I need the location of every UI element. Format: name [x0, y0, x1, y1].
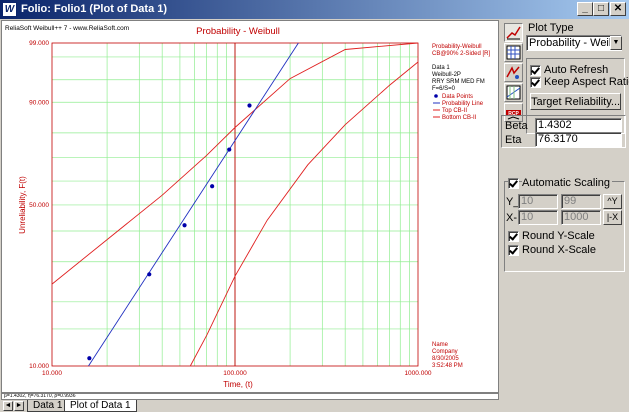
footer-name: Name	[432, 342, 449, 348]
plot-type-label: Plot Type	[528, 22, 574, 34]
data-point	[227, 147, 232, 152]
eta-label: Eta	[505, 134, 522, 146]
sketch-icon	[506, 66, 520, 79]
window-title: Folio: Folio1 (Plot of Data 1)	[21, 3, 168, 15]
folio-window: W Folio: Folio1 (Plot of Data 1) _ □ ✕ R…	[0, 0, 629, 412]
legend-title-1: Probability-Weibull	[432, 44, 482, 50]
weibull-app-icon: W	[2, 2, 17, 17]
y-tick-label: 50.000	[29, 202, 49, 209]
eta-field[interactable]: 76.3170	[535, 132, 622, 147]
legend-dataset-line-1: Weibull-2P	[432, 72, 461, 78]
keep-aspect-ratio-checkbox[interactable]	[530, 77, 541, 88]
y-tick-label: 10.000	[29, 363, 49, 370]
y-max-field[interactable]: 99	[561, 194, 601, 209]
y-min-field[interactable]: 10	[518, 194, 558, 209]
legend-dataset-line-3: F=6/S=0	[432, 86, 456, 92]
beta-label: Beta	[505, 120, 528, 132]
scale-icon	[506, 85, 521, 100]
maximize-button[interactable]: □	[593, 2, 609, 16]
plot-type-value: Probability - Weibull	[529, 37, 622, 49]
sheet-tabs-bar: ◄ ► Data 1 Plot of Data 1	[0, 400, 629, 412]
legend-entry-probability-line: Probability Line	[442, 101, 484, 107]
prev-sheet-button[interactable]: ◄	[3, 401, 13, 411]
beta-field[interactable]: 1.4302	[535, 118, 622, 133]
footer-time: 3:52:48 PM	[432, 363, 463, 369]
chevron-down-icon: ▼	[612, 39, 620, 46]
legend-entry-bottom-cb: Bottom CB-II	[442, 115, 477, 121]
auto-refresh-label: Auto Refresh	[544, 64, 609, 76]
control-panel: RCP Plot Type Probability - Weibull ▼ Au…	[501, 20, 629, 393]
sketch-tool-button[interactable]	[504, 63, 523, 82]
round-y-scale-label: Round Y-Scale	[522, 230, 595, 242]
footer-company: Company	[432, 349, 458, 355]
tab-data-1[interactable]: Data 1	[27, 400, 69, 412]
tick-labels: 10.000 100.000 1000.000 10.000 50.000 90.000 9…	[29, 40, 432, 377]
auto-refresh-checkbox[interactable]	[530, 65, 541, 76]
chart-title: Probability - Weibull	[196, 26, 280, 37]
scale-tool-button[interactable]	[504, 83, 523, 102]
data-point	[147, 272, 152, 277]
plot-legend: Probability-Weibull CB@90% 2-Sided [R] D…	[432, 44, 490, 121]
x-tick-label: 10.000	[42, 370, 62, 377]
probability-plot[interactable]: ReliaSoft Weibull++ 7 - www.ReliaSoft.co…	[2, 21, 498, 392]
plot-header-text: ReliaSoft Weibull++ 7 - www.ReliaSoft.co…	[5, 25, 129, 32]
y-axis-label: Unreliability, F(t)	[18, 176, 27, 234]
x-tick-label: 100.000	[223, 370, 247, 377]
legend-entry-data-points: Data Points	[442, 94, 473, 100]
automatic-scaling-checkbox[interactable]	[508, 178, 519, 189]
plot-tool-button[interactable]	[504, 23, 523, 42]
plot-area[interactable]: ReliaSoft Weibull++ 7 - www.ReliaSoft.co…	[1, 20, 499, 393]
y-scale-button[interactable]: ^Y	[603, 194, 622, 209]
plot-type-select[interactable]: Probability - Weibull	[526, 35, 622, 51]
tab-plot-of-data-1[interactable]: Plot of Data 1	[64, 400, 137, 412]
minimize-button[interactable]: _	[577, 2, 593, 16]
target-reliability-button[interactable]: Target Reliability...	[530, 93, 621, 110]
round-x-scale-label: Round X-Scale	[522, 244, 596, 256]
x-scale-button[interactable]: |-X	[603, 210, 622, 225]
round-y-scale-checkbox[interactable]	[508, 231, 519, 242]
legend-marker-dot	[434, 94, 438, 98]
x-axis-label: Time, (t)	[223, 380, 253, 389]
data-point	[210, 184, 215, 189]
legend-dataset-line-2: RRY SRM MED FM	[432, 79, 485, 85]
bottom-cb-curve	[189, 61, 419, 367]
keep-aspect-ratio-label: Keep Aspect Ratio	[544, 76, 629, 88]
data-point	[87, 356, 92, 361]
line-chart-icon	[506, 26, 521, 40]
status-bar: β=1.4302, η=76.3170, ρ=0.9936	[1, 393, 499, 400]
data-point	[182, 223, 187, 228]
x-max-field[interactable]: 1000	[561, 210, 601, 225]
close-button[interactable]: ✕	[610, 2, 626, 16]
legend-entry-top-cb: Top CB-II	[442, 108, 467, 114]
automatic-scaling-label: Automatic Scaling	[522, 177, 613, 189]
x-tick-label: 1000.000	[404, 370, 431, 377]
probability-line	[88, 42, 299, 367]
y-tick-label: 90.000	[29, 99, 49, 106]
grid-tool-button[interactable]	[504, 43, 523, 62]
round-x-scale-checkbox[interactable]	[508, 245, 519, 256]
y-tick-label: 99.000	[29, 40, 49, 47]
plot-footer: Name Company 8/30/2005 3:52:48 PM	[432, 342, 463, 369]
grid-icon	[506, 45, 521, 60]
plot-type-dropdown-button[interactable]: ▼	[610, 36, 622, 50]
x-min-field[interactable]: 10	[518, 210, 558, 225]
legend-dataset-name: Data 1	[432, 65, 450, 71]
next-sheet-button[interactable]: ►	[14, 401, 24, 411]
legend-title-2: CB@90% 2-Sided [R]	[432, 51, 490, 57]
title-bar[interactable]: W Folio: Folio1 (Plot of Data 1) _ □ ✕	[0, 0, 629, 19]
data-point	[247, 103, 252, 108]
footer-date: 8/30/2005	[432, 356, 459, 362]
